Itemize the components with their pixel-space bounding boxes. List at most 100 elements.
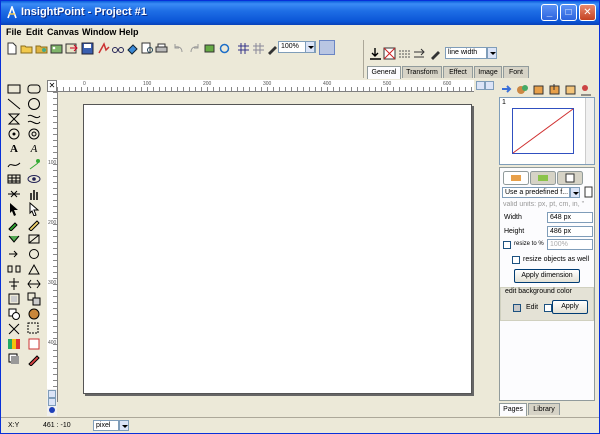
vertical-scrollbar[interactable] [47,389,57,416]
color-palette-icon[interactable] [7,337,21,351]
spray-tool-icon[interactable] [27,157,41,171]
table-tool-icon[interactable] [7,172,21,186]
tab-effect[interactable]: Effect [443,66,473,78]
menu-window[interactable]: Window [82,27,116,37]
effects-icon[interactable] [97,42,110,55]
page-preview[interactable]: 1 [499,97,595,165]
eye-tool-icon[interactable] [27,172,41,186]
menu-canvas[interactable]: Canvas [47,27,79,37]
tab-font[interactable]: Font [503,66,529,78]
line-width-dropdown-arrow[interactable] [487,47,497,59]
bg-edit-checkbox[interactable] [513,304,521,312]
shadow-icon[interactable] [7,352,21,366]
ruler-corner-icon[interactable]: ✕ [47,80,57,92]
tab-library[interactable]: Library [528,403,560,415]
transparency-icon[interactable] [27,337,41,351]
glasses-icon[interactable] [111,42,124,55]
minimize-button[interactable]: _ [541,4,558,21]
apply-dimension-button[interactable]: Apply dimension [514,269,580,283]
close-button[interactable]: ✕ [579,4,596,21]
drawing-page[interactable] [83,104,472,394]
curve-tool-icon[interactable] [27,112,41,126]
rounded-rect-tool-icon[interactable] [27,82,41,96]
ellipse-tool-icon[interactable] [27,97,41,111]
no-fill-icon[interactable] [383,47,396,60]
text-tool-icon[interactable]: A [7,142,21,156]
maximize-button[interactable]: □ [560,4,577,21]
unit-dropdown-arrow[interactable] [119,420,129,431]
export-icon[interactable] [65,42,78,55]
node-select-icon[interactable] [27,202,41,216]
text-path-tool-icon[interactable]: A [27,142,41,156]
rotate-right-icon[interactable] [7,247,21,261]
paint-tool-icon[interactable] [7,232,21,246]
group-icon[interactable] [7,292,21,306]
scissors-tool-icon[interactable] [7,187,21,201]
arrow-style-icon[interactable] [413,47,426,60]
combine-icon[interactable] [7,307,21,321]
open-folder-icon[interactable] [20,42,33,55]
tab-pages[interactable]: Pages [499,403,527,416]
flip-horizontal-icon[interactable] [7,262,21,276]
undo-icon[interactable] [172,42,185,55]
paint-bucket-icon[interactable] [126,42,139,55]
page-preset-dropdown-arrow[interactable] [570,187,580,198]
marquee-select-icon[interactable] [27,322,41,336]
pencil-tool-icon[interactable] [27,217,41,231]
page-settings-icon[interactable] [580,83,593,96]
tab-general[interactable]: General [367,66,401,79]
rectangle-tool-icon[interactable] [7,82,21,96]
save-icon[interactable] [81,42,94,55]
pages-nav-icon[interactable] [501,83,514,96]
select-arrow-icon[interactable] [7,202,21,216]
line-pen-icon[interactable] [429,47,442,60]
scroll-right-button[interactable] [485,81,494,90]
bg-apply-button[interactable]: Apply [552,300,588,314]
rotate-icon[interactable] [27,247,41,261]
gradient-icon[interactable] [27,352,41,366]
align-bottom-icon[interactable] [369,47,382,60]
flip-vertical-icon[interactable] [27,262,41,276]
scroll-left-button[interactable] [476,81,485,90]
zoom-page-icon[interactable] [141,42,154,55]
cut-icon[interactable] [203,42,216,55]
refresh-icon[interactable] [218,42,231,55]
import-image-icon[interactable] [50,42,63,55]
title-bar[interactable]: InsightPoint - Project #1 _ □ ✕ [1,1,599,25]
page-orientation-icon[interactable] [582,186,595,199]
open-recent-icon[interactable] [35,42,48,55]
height-input[interactable]: 486 px [547,226,593,237]
resize-percent-input[interactable]: 100% [547,239,593,250]
line-width-select[interactable]: line width [445,47,487,59]
ungroup-icon[interactable] [27,292,41,306]
view-toggle-button[interactable] [319,40,335,55]
tab-image[interactable]: Image [474,66,502,78]
page-up-icon[interactable] [532,83,545,96]
resize-percent-checkbox[interactable] [503,241,511,249]
hourglass-tool-icon[interactable] [7,112,21,126]
snap-grid-icon[interactable] [252,42,265,55]
target-tool-icon[interactable] [7,127,21,141]
fill-color-icon[interactable] [27,307,41,321]
menu-file[interactable]: File [6,27,22,37]
width-input[interactable]: 648 px [547,212,593,223]
ring-tool-icon[interactable] [27,127,41,141]
page-indicator[interactable] [49,407,55,413]
unit-select[interactable]: pixel [93,420,119,431]
print-icon[interactable] [155,42,168,55]
eyedropper-tool-icon[interactable] [7,217,21,231]
delete-page-icon[interactable] [564,83,577,96]
new-document-icon[interactable] [5,42,18,55]
crop-tool-icon[interactable] [27,232,41,246]
break-apart-icon[interactable] [7,322,21,336]
preview-scrollbar[interactable] [585,98,594,164]
redo-icon[interactable] [188,42,201,55]
tab-transform[interactable]: Transform [402,66,442,78]
scroll-down-button[interactable] [48,398,56,406]
align-icon[interactable] [7,277,21,291]
menu-edit[interactable]: Edit [26,27,43,37]
scroll-up-button[interactable] [48,390,56,398]
page-preset-select[interactable]: Use a predefined f... [502,187,570,198]
resize-objects-checkbox[interactable] [512,256,520,264]
bezier-tool-icon[interactable] [7,157,21,171]
